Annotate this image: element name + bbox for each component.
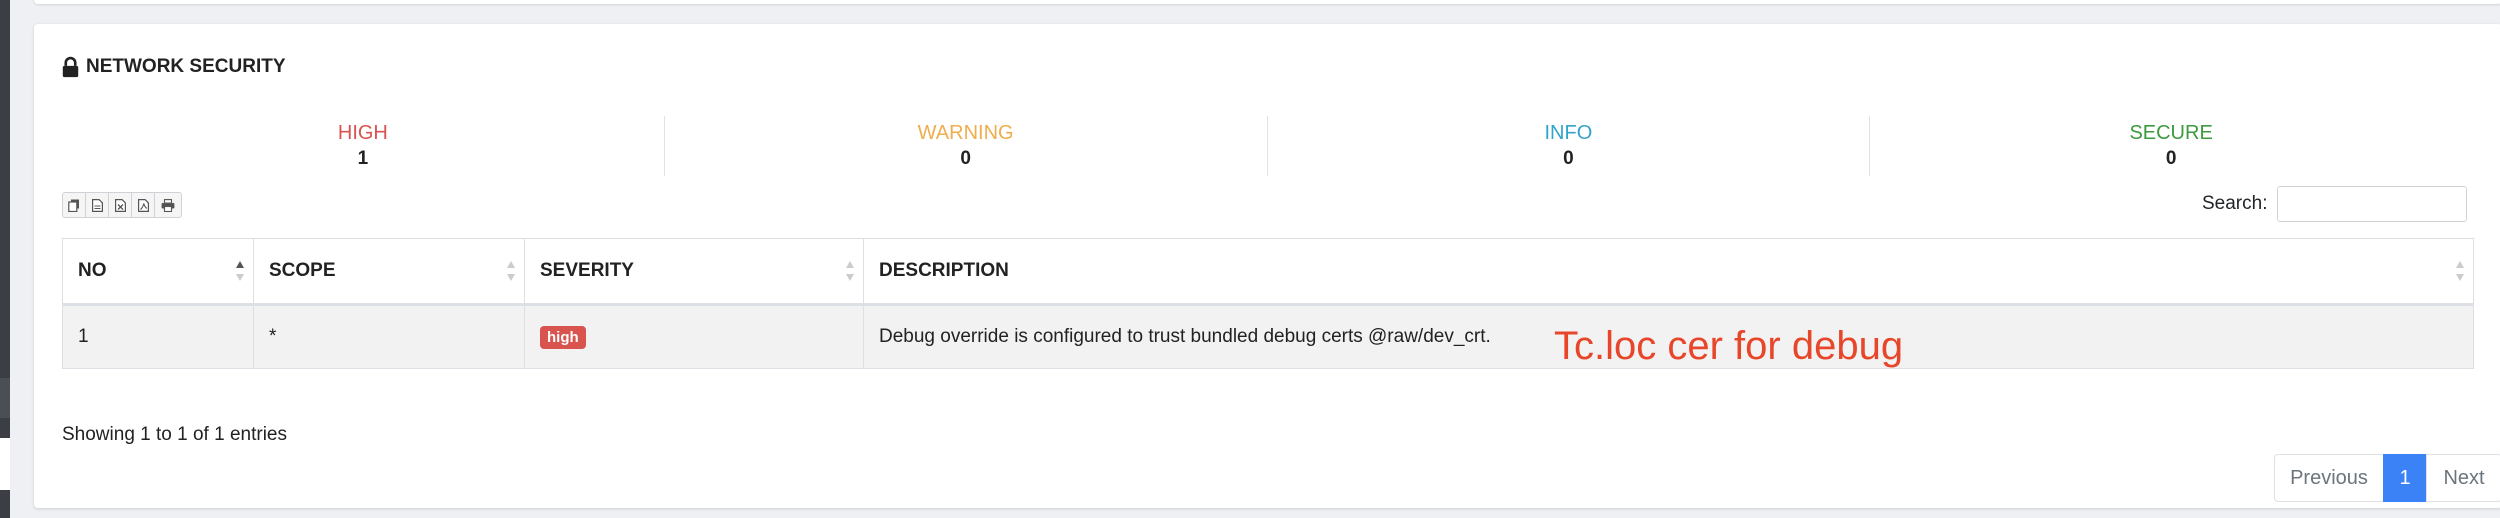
column-header-severity[interactable]: SEVERITY [524,238,864,306]
column-header-description[interactable]: DESCRIPTION [863,238,2474,306]
stat-info-value: 0 [1563,148,1574,169]
stat-high-value: 1 [357,148,369,169]
table-header-row: NO SCOPE SEVERITY DESCRIPTION [62,238,2474,306]
sort-icon [2456,261,2464,281]
stat-high: HIGH 1 [62,116,665,176]
handwritten-annotation: Tc.loc cer for debug [1554,324,1904,368]
stat-warning-value: 0 [960,148,971,169]
sort-ascending-icon [236,261,244,281]
table-search: Search: [2202,186,2500,222]
column-header-scope-label: SCOPE [269,260,336,281]
csv-button[interactable] [85,192,109,218]
stat-secure-label: SECURE [2129,122,2213,144]
excel-icon [114,198,126,212]
cell-no: 1 [62,304,254,369]
left-edge-strip [0,0,10,518]
severity-summary: HIGH 1 WARNING 0 INFO 0 SECURE 0 [62,116,2472,176]
page-1-button[interactable]: 1 [2383,454,2427,502]
stat-high-label: HIGH [337,122,388,144]
pdf-button[interactable] [131,192,155,218]
section-title-text: NETWORK SECURITY [86,56,286,77]
print-button[interactable] [154,192,182,218]
search-label: Search: [2202,193,2268,214]
previous-card-edge [34,0,2500,4]
export-toolbar [62,192,182,218]
previous-page-button[interactable]: Previous [2274,454,2384,502]
search-input[interactable] [2277,186,2468,222]
stat-secure: SECURE 0 [1870,116,2472,176]
severity-badge: high [540,325,586,349]
csv-icon [91,198,103,212]
stat-warning: WARNING 0 [665,116,1268,176]
sort-icon [507,261,515,281]
stat-info: INFO 0 [1268,116,1871,176]
left-edge-tab-active [0,438,10,490]
excel-button[interactable] [108,192,132,218]
lock-icon [62,56,79,78]
section-title: NETWORK SECURITY [61,54,286,80]
pagination: Previous 1 Next [2274,454,2500,502]
cell-severity: high [524,304,864,369]
stat-warning-label: WARNING [917,122,1014,144]
column-header-description-label: DESCRIPTION [879,260,1009,281]
print-icon [161,198,175,212]
column-header-no-label: NO [78,260,107,281]
copy-button[interactable] [62,192,86,218]
column-header-no[interactable]: NO [62,238,254,306]
column-header-scope[interactable]: SCOPE [253,238,525,306]
network-security-card: NETWORK SECURITY HIGH 1 WARNING 0 INFO 0… [34,24,2500,508]
next-page-button[interactable]: Next [2426,454,2500,502]
sort-icon [846,261,854,281]
stat-info-label: INFO [1544,122,1593,144]
stat-secure-value: 0 [2165,148,2177,169]
column-header-severity-label: SEVERITY [540,260,634,281]
pdf-icon [137,198,149,212]
left-edge-tab [0,378,10,418]
cell-scope: * [253,304,525,369]
findings-table: NO SCOPE SEVERITY DESCRIPTION 1 * high D… [62,238,2474,369]
table-row[interactable]: 1 * high Debug override is configured to… [62,304,2474,369]
copy-icon [68,199,79,212]
table-info: Showing 1 to 1 of 1 entries [62,424,287,445]
